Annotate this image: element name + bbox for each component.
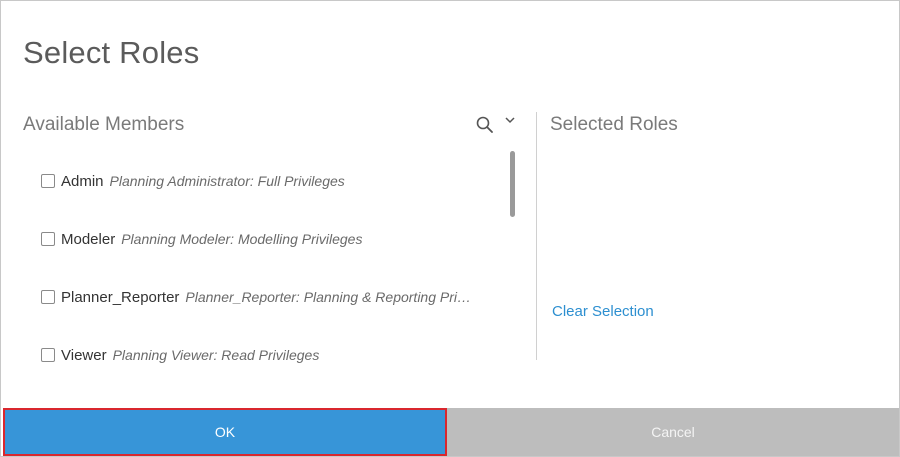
dialog-title: Select Roles: [23, 35, 200, 70]
member-item-modeler[interactable]: Modeler Planning Modeler: Modelling Priv…: [41, 229, 481, 249]
search-icon[interactable]: [475, 115, 495, 135]
chevron-down-icon[interactable]: [503, 113, 517, 127]
member-checkbox[interactable]: [41, 174, 55, 188]
panel-divider: [536, 112, 537, 360]
member-checkbox[interactable]: [41, 232, 55, 246]
member-item-planner-reporter[interactable]: Planner_Reporter Planner_Reporter: Plann…: [41, 287, 481, 307]
ok-button[interactable]: OK: [3, 408, 447, 456]
member-description: Planning Viewer: Read Privileges: [112, 347, 320, 363]
member-description: Planner_Reporter: Planning & Reporting P…: [185, 289, 474, 305]
member-description: Planning Modeler: Modelling Privileges: [121, 231, 363, 247]
member-checkbox[interactable]: [41, 290, 55, 304]
available-members-label: Available Members: [23, 114, 185, 135]
select-roles-dialog: Select Roles Available Members Admin Pla…: [0, 0, 900, 457]
member-checkbox[interactable]: [41, 348, 55, 362]
member-list-scrollbar[interactable]: [510, 151, 515, 217]
dialog-footer: OK Cancel: [1, 408, 899, 456]
member-name: Planner_Reporter: [61, 288, 180, 306]
member-item-viewer[interactable]: Viewer Planning Viewer: Read Privileges: [41, 345, 481, 365]
clear-selection-link[interactable]: Clear Selection: [552, 303, 654, 320]
member-name: Admin: [61, 172, 104, 190]
member-name: Viewer: [61, 346, 107, 364]
member-item-admin[interactable]: Admin Planning Administrator: Full Privi…: [41, 171, 481, 191]
member-description: Planning Administrator: Full Privileges: [109, 173, 345, 189]
member-name: Modeler: [61, 230, 116, 248]
selected-roles-label: Selected Roles: [550, 114, 678, 135]
cancel-button[interactable]: Cancel: [447, 408, 899, 456]
